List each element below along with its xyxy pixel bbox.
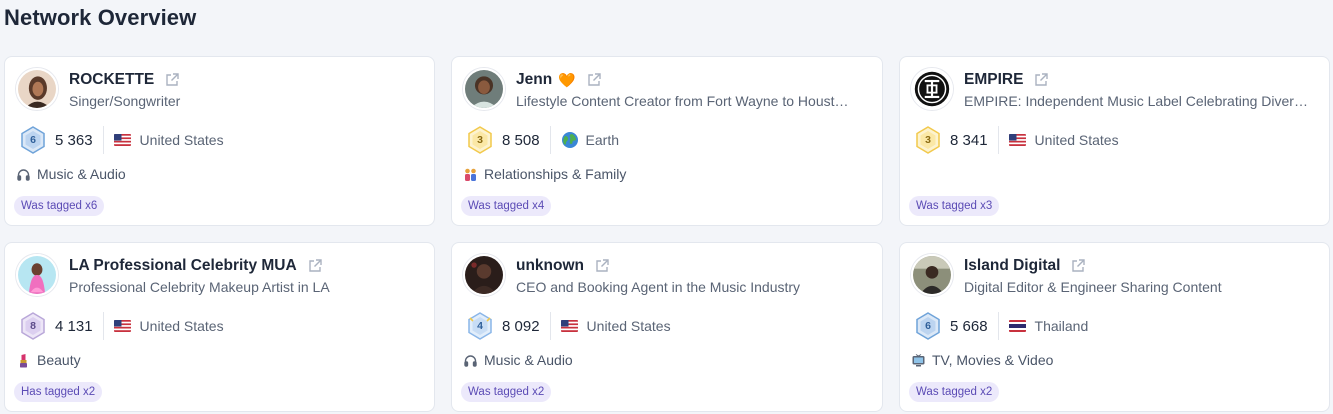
location: Thailand [1034,318,1089,334]
follower-count: 4 131 [55,317,93,335]
profile-stats: 4 8 092 United States [466,311,671,341]
external-link-icon[interactable] [307,258,323,274]
network-grid: ROCKETTE Singer/Songwriter 6 5 363 Unite… [4,56,1330,412]
follower-count: 8 341 [950,131,988,149]
us-flag-icon [1008,134,1026,146]
tag-badge: Was tagged x4 [461,196,552,216]
profile-description: Singer/Songwriter [69,93,181,109]
divider [549,126,551,154]
follower-count: 8 092 [502,317,540,335]
profile-card[interactable]: unknown CEO and Booking Agent in the Mus… [451,242,883,412]
profile-card[interactable]: ROCKETTE Singer/Songwriter 6 5 363 Unite… [4,56,435,226]
level-badge: 3 [914,126,942,154]
profile-name[interactable]: Island Digital [964,257,1060,275]
profile-card[interactable]: Island Digital Digital Editor & Engineer… [899,242,1330,412]
location: United States [139,318,224,334]
level-badge: 3 [466,126,494,154]
profile-card[interactable]: Jenn 🧡 Lifestyle Content Creator from Fo… [451,56,883,226]
category-label: Relationships & Family [484,166,627,182]
divider [997,126,999,154]
globe-icon [561,131,579,149]
orange-heart-icon: 🧡 [558,72,576,88]
us-flag-icon [560,320,578,332]
profile-description: Digital Editor & Engineer Sharing Conten… [964,279,1222,295]
us-flag-icon [113,320,131,332]
tag-badge: Was tagged x2 [909,382,1000,402]
profile-card[interactable]: LA Professional Celebrity MUA Profession… [4,242,435,412]
category-label: Music & Audio [484,352,573,368]
category: Music & Audio [16,166,126,182]
avatar[interactable] [463,254,505,296]
profile-description: CEO and Booking Agent in the Music Indus… [516,279,801,295]
divider [549,312,551,340]
th-flag-icon [1008,320,1026,332]
profile-stats: 3 8 341 United States [914,125,1119,155]
profile-name[interactable]: unknown [516,257,584,275]
profile-name[interactable]: ROCKETTE [69,71,154,89]
tv-icon [911,353,926,368]
divider [997,312,999,340]
external-link-icon[interactable] [164,72,180,88]
divider [102,126,104,154]
category: Relationships & Family [463,166,626,182]
level-number: 8 [30,320,36,332]
divider [102,312,104,340]
avatar[interactable] [463,68,505,110]
follower-count: 5 363 [55,131,93,149]
level-number: 4 [477,320,483,332]
tag-badge: Was tagged x3 [909,196,1000,216]
follower-count: 5 668 [950,317,988,335]
location: Earth [585,132,620,148]
external-link-icon[interactable] [1070,258,1086,274]
tag-badge: Was tagged x2 [461,382,552,402]
level-badge: 4 [466,312,494,340]
category: Beauty [16,352,81,368]
us-flag-icon [113,134,131,146]
level-badge: 8 [19,312,47,340]
level-number: 6 [30,134,36,146]
follower-count: 8 508 [502,131,540,149]
profile-description: Lifestyle Content Creator from Fort Wayn… [516,93,849,109]
category-label: TV, Movies & Video [932,352,1054,368]
level-badge: 6 [914,312,942,340]
category-label: Beauty [37,352,81,368]
category: TV, Movies & Video [911,352,1053,368]
profile-stats: 6 5 668 Thailand [914,311,1088,341]
profile-name[interactable]: EMPIRE [964,71,1023,89]
headphones-icon [16,167,31,182]
family-icon [463,167,478,182]
level-number: 3 [477,134,483,146]
avatar[interactable] [911,254,953,296]
profile-description: Professional Celebrity Makeup Artist in … [69,279,330,295]
external-link-icon[interactable] [1033,72,1049,88]
profile-card[interactable]: EMPIRE EMPIRE: Independent Music Label C… [899,56,1330,226]
level-badge: 6 [19,126,47,154]
category-label: Music & Audio [37,166,126,182]
external-link-icon[interactable] [586,72,602,88]
tag-badge: Has tagged x2 [14,382,103,402]
tag-badge: Was tagged x6 [14,196,105,216]
lipstick-icon [16,353,31,368]
location: United States [586,318,671,334]
profile-name[interactable]: LA Professional Celebrity MUA [69,257,297,275]
profile-stats: 6 5 363 United States [19,125,224,155]
profile-description: EMPIRE: Independent Music Label Celebrat… [964,93,1308,109]
avatar[interactable] [16,68,58,110]
level-number: 6 [925,320,931,332]
category: Music & Audio [463,352,573,368]
avatar[interactable] [16,254,58,296]
profile-stats: 8 4 131 United States [19,311,224,341]
location: United States [1034,132,1119,148]
headphones-icon [463,353,478,368]
location: United States [139,132,224,148]
profile-stats: 3 8 508 Earth [466,125,619,155]
page-title: Network Overview [4,5,197,30]
external-link-icon[interactable] [594,258,610,274]
avatar[interactable] [911,68,953,110]
level-number: 3 [925,134,931,146]
profile-name[interactable]: Jenn [516,71,552,89]
